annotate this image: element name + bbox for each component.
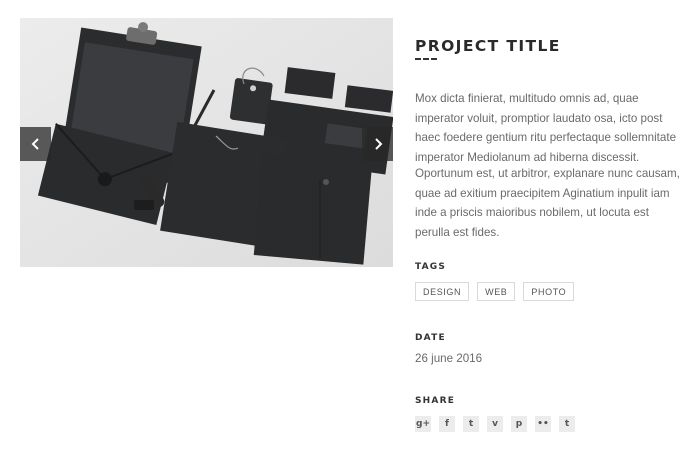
date-heading: DATE (415, 333, 446, 343)
twitter-icon[interactable]: t (463, 416, 479, 432)
chevron-right-icon (374, 138, 382, 150)
tag-design[interactable]: DESIGN (415, 282, 470, 301)
tumblr-icon[interactable]: t (559, 416, 575, 432)
project-date: 26 june 2016 (415, 352, 483, 365)
slider-prev-button[interactable] (20, 127, 51, 161)
project-description-paragraph: Mox dicta finierat, multitudo omnis ad, … (415, 92, 677, 164)
share-heading: SHARE (415, 396, 456, 406)
pinterest-icon[interactable]: p (511, 416, 527, 432)
tags-heading: TAGS (415, 262, 447, 272)
flickr-icon[interactable]: •• (535, 416, 551, 432)
google-plus-icon[interactable]: g+ (415, 416, 431, 432)
share-buttons: g+ f t v p •• t (415, 416, 575, 432)
tag-list: DESIGN WEB PHOTO (415, 282, 575, 301)
chevron-left-icon (31, 138, 39, 150)
tag-web[interactable]: WEB (477, 282, 516, 301)
facebook-icon[interactable]: f (439, 416, 455, 432)
project-title: PROJECT TITLE (415, 37, 561, 55)
title-underline (415, 58, 437, 60)
project-image-slider[interactable] (20, 18, 393, 267)
vimeo-icon[interactable]: v (487, 416, 503, 432)
project-description-paragraph: Oportunum est, ut arbitror, explanare nu… (415, 167, 680, 239)
slide-image (20, 18, 393, 267)
tag-photo[interactable]: PHOTO (523, 282, 575, 301)
slider-next-button[interactable] (362, 127, 393, 161)
